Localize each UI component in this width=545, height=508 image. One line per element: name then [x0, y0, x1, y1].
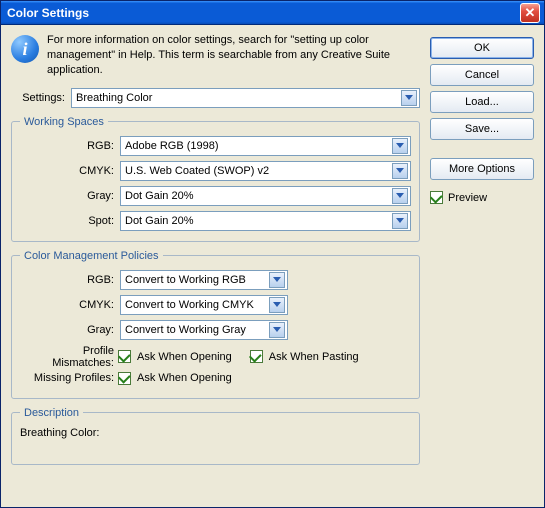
help-row: i For more information on color settings… — [11, 33, 420, 78]
rgb-select-value: Adobe RGB (1998) — [125, 140, 219, 152]
missing-ask-when-opening-checkbox[interactable] — [118, 372, 131, 385]
policies-rgb-select[interactable]: Convert to Working RGB — [120, 270, 288, 290]
color-management-policies-group: Color Management Policies RGB: Convert t… — [11, 250, 420, 399]
missing-ask-when-opening-label: Ask When Opening — [137, 372, 232, 384]
gray-label: Gray: — [20, 190, 114, 202]
dropdown-arrow-icon — [269, 297, 285, 313]
dropdown-arrow-icon — [392, 213, 408, 229]
more-options-button[interactable]: More Options — [430, 158, 534, 180]
ask-when-opening-label: Ask When Opening — [137, 351, 232, 363]
dropdown-arrow-icon — [401, 90, 417, 106]
dropdown-arrow-icon — [392, 188, 408, 204]
cmyk-select[interactable]: U.S. Web Coated (SWOP) v2 — [120, 161, 411, 181]
policies-gray-select[interactable]: Convert to Working Gray — [120, 320, 288, 340]
ok-button[interactable]: OK — [430, 37, 534, 59]
save-button[interactable]: Save... — [430, 118, 534, 140]
cmyk-select-value: U.S. Web Coated (SWOP) v2 — [125, 165, 269, 177]
close-button[interactable]: ✕ — [520, 3, 540, 23]
policies-cmyk-select[interactable]: Convert to Working CMYK — [120, 295, 288, 315]
cancel-button[interactable]: Cancel — [430, 64, 534, 86]
preview-checkbox[interactable] — [430, 191, 443, 204]
policies-rgb-label: RGB: — [20, 274, 114, 286]
settings-label: Settings: — [11, 92, 65, 104]
dropdown-arrow-icon — [392, 163, 408, 179]
info-icon: i — [11, 35, 39, 63]
rgb-label: RGB: — [20, 140, 114, 152]
description-group: Description Breathing Color: — [11, 407, 420, 465]
color-settings-dialog: Color Settings ✕ i For more information … — [0, 0, 545, 508]
policies-rgb-value: Convert to Working RGB — [125, 274, 246, 286]
description-legend: Description — [20, 407, 83, 419]
dropdown-arrow-icon — [392, 138, 408, 154]
load-button[interactable]: Load... — [430, 91, 534, 113]
button-column: OK Cancel Load... Save... More Options P… — [430, 33, 534, 473]
spot-select-value: Dot Gain 20% — [125, 215, 193, 227]
gray-select-value: Dot Gain 20% — [125, 190, 193, 202]
titlebar: Color Settings ✕ — [1, 1, 544, 25]
missing-profiles-label: Missing Profiles: — [20, 372, 114, 384]
policies-gray-value: Convert to Working Gray — [125, 324, 246, 336]
content-area: i For more information on color settings… — [1, 25, 544, 483]
policies-cmyk-value: Convert to Working CMYK — [125, 299, 254, 311]
settings-select-value: Breathing Color — [76, 92, 152, 104]
gray-select[interactable]: Dot Gain 20% — [120, 186, 411, 206]
policies-cmyk-label: CMYK: — [20, 299, 114, 311]
working-spaces-group: Working Spaces RGB: Adobe RGB (1998) CMY… — [11, 116, 420, 242]
close-icon: ✕ — [525, 6, 536, 19]
settings-row: Settings: Breathing Color — [11, 88, 420, 108]
dropdown-arrow-icon — [269, 322, 285, 338]
settings-select[interactable]: Breathing Color — [71, 88, 420, 108]
policies-legend: Color Management Policies — [20, 250, 163, 262]
ask-when-opening-checkbox[interactable] — [118, 350, 131, 363]
spot-select[interactable]: Dot Gain 20% — [120, 211, 411, 231]
spot-label: Spot: — [20, 215, 114, 227]
dropdown-arrow-icon — [269, 272, 285, 288]
working-spaces-legend: Working Spaces — [20, 116, 108, 128]
rgb-select[interactable]: Adobe RGB (1998) — [120, 136, 411, 156]
preview-label: Preview — [448, 192, 487, 204]
window-title: Color Settings — [7, 6, 520, 20]
ask-when-pasting-checkbox[interactable] — [250, 350, 263, 363]
description-text: Breathing Color: — [20, 427, 411, 439]
main-column: i For more information on color settings… — [11, 33, 420, 473]
policies-gray-label: Gray: — [20, 324, 114, 336]
cmyk-label: CMYK: — [20, 165, 114, 177]
profile-mismatches-label: Profile Mismatches: — [20, 345, 114, 369]
ask-when-pasting-label: Ask When Pasting — [269, 351, 359, 363]
help-text: For more information on color settings, … — [47, 33, 420, 78]
